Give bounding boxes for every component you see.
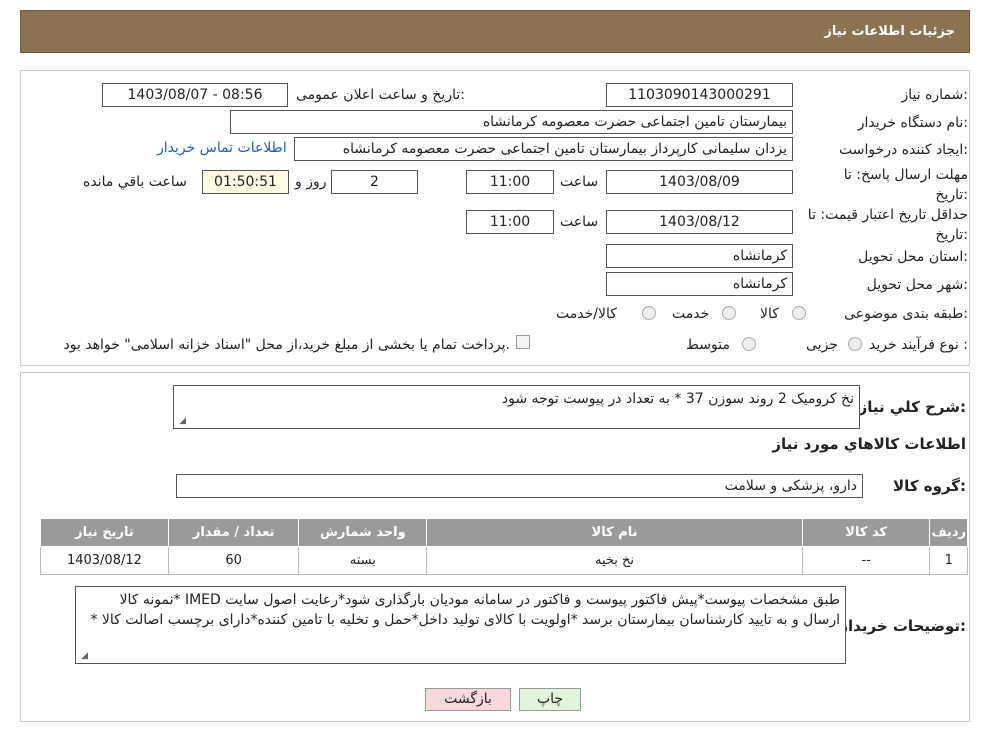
cell-row: 1	[929, 546, 968, 575]
deadline-date-field: 1403/08/09	[606, 170, 793, 194]
buyer-notes-text: طبق مشخصات پیوست*پیش فاکتور پیوست و فاکت…	[90, 592, 840, 628]
validity-time-label: ساعت	[560, 214, 599, 230]
col-unit-header: واحد شمارش	[298, 518, 428, 547]
category-radio-service[interactable]	[722, 306, 736, 320]
category-option-goods-service: کالا/خدمت	[556, 306, 617, 322]
category-option-goods: کالا	[760, 306, 779, 322]
goods-info-title: اطلاعات کالاهاي مورد نياز	[772, 435, 966, 453]
col-date-header: تاریخ نیاز	[40, 518, 169, 547]
table-row: 1 -- نخ بخیه بسته 60 1403/08/12	[40, 546, 968, 575]
category-radio-goods[interactable]	[792, 306, 806, 320]
table-header-row: رديف کد کالا نام کالا واحد شمارش تعداد /…	[40, 518, 968, 547]
summary-textarea[interactable]: نخ کرومیک 2 روند سوزن 37 * به تعداد در پ…	[173, 385, 860, 429]
col-name-header: نام کالا	[426, 518, 803, 547]
cell-qty: 60	[167, 546, 300, 575]
days-label: روز و	[295, 174, 327, 190]
print-button[interactable]: چاپ	[519, 688, 581, 711]
remaining-time-field: 01:50:51	[202, 170, 289, 194]
treasury-checkbox[interactable]	[516, 335, 530, 349]
announce-field: 1403/08/07 - 08:56	[102, 83, 288, 107]
announce-label: تاریخ و ساعت اعلان عمومی:	[296, 87, 465, 103]
need-number-field: 1103090143000291	[606, 83, 793, 107]
purchase-type-label: نوع فرآیند خرید :	[869, 337, 968, 353]
cell-unit: بسته	[298, 546, 428, 575]
deadline-label: مهلت ارسال پاسخ: تا تاریخ:	[843, 167, 968, 203]
resize-grip-icon[interactable]: ◢	[79, 652, 88, 661]
col-row-header: رديف	[929, 518, 968, 547]
summary-text: نخ کرومیک 2 روند سوزن 37 * به تعداد در پ…	[501, 391, 854, 407]
cell-date: 1403/08/12	[40, 546, 169, 575]
buyer-org-field: بیمارستان تامین اجتماعی حضرت معصومه کرما…	[230, 110, 793, 134]
group-field: دارو، پزشکی و سلامت	[176, 474, 863, 498]
purchase-note: پرداخت تمام یا بخشی از مبلغ خرید،از محل …	[63, 337, 510, 353]
buyer-contact-link[interactable]: اطلاعات تماس خریدار	[157, 140, 287, 156]
purchase-radio-medium[interactable]	[742, 337, 756, 351]
col-qty-header: تعداد / مقدار	[167, 518, 300, 547]
resize-grip-icon[interactable]: ◢	[177, 417, 186, 426]
summary-label: شرح کلي نياز:	[858, 398, 966, 416]
purchase-radio-partial[interactable]	[848, 337, 862, 351]
back-button[interactable]: بازگشت	[425, 688, 511, 711]
deadline-time-label: ساعت	[560, 174, 599, 190]
cell-name: نخ بخیه	[426, 546, 803, 575]
buyer-notes-textarea[interactable]: طبق مشخصات پیوست*پیش فاکتور پیوست و فاکت…	[75, 586, 846, 664]
purchase-option-partial: جزیی	[806, 337, 838, 353]
validity-date-field: 1403/08/12	[606, 210, 793, 234]
cell-code: --	[801, 546, 931, 575]
deadline-time-field: 11:00	[466, 170, 554, 194]
page-title: جزئیات اطلاعات نیاز	[824, 24, 955, 39]
col-code-header: کد کالا	[801, 518, 931, 547]
items-table: رديف کد کالا نام کالا واحد شمارش تعداد /…	[40, 518, 968, 575]
province-field: کرمانشاه	[606, 244, 793, 268]
validity-label: حداقل تاریخ اعتبار قیمت: تا تاریخ:	[807, 207, 968, 243]
days-field: 2	[331, 170, 418, 194]
creator-field: یزدان سلیمانی کارپرداز بیمارستان تامین ا…	[294, 137, 793, 161]
buyer-notes-label: توضیحات خریدار:	[839, 617, 966, 635]
creator-label: ایجاد کننده درخواست:	[839, 142, 968, 158]
category-radio-goods-service[interactable]	[642, 306, 656, 320]
need-number-label: شماره نیاز:	[901, 87, 968, 103]
group-label: گروه کالا:	[893, 477, 966, 495]
validity-time-field: 11:00	[466, 210, 554, 234]
page-header: جزئیات اطلاعات نیاز	[20, 10, 970, 53]
buyer-org-label: نام دستگاه خریدار:	[857, 115, 968, 131]
category-label: طبقه بندی موضوعی:	[844, 306, 968, 322]
city-label: شهر محل تحویل:	[866, 277, 968, 293]
city-field: کرمانشاه	[606, 272, 793, 296]
province-label: استان محل تحویل:	[858, 249, 968, 265]
purchase-option-medium: متوسط	[686, 337, 730, 353]
category-option-service: خدمت	[672, 306, 710, 322]
remaining-label: ساعت باقي مانده	[83, 174, 187, 190]
